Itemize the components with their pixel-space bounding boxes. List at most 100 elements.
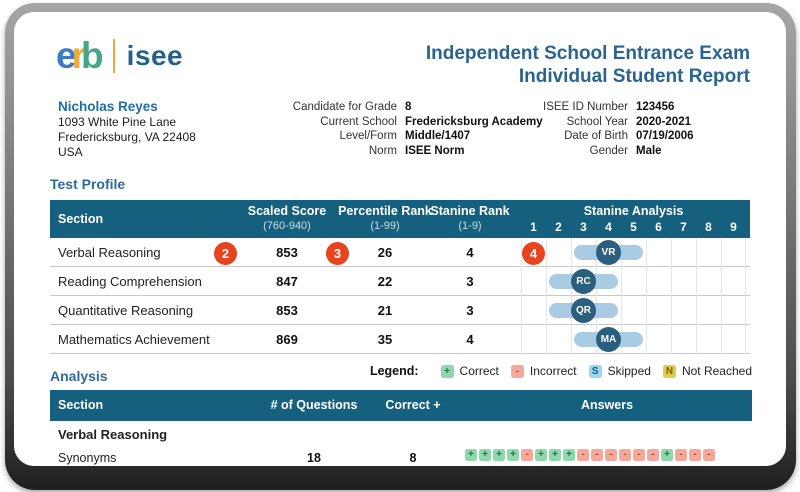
column-header-correct: Correct +	[343, 390, 483, 421]
test-profile-table: Section Scaled Score (760-940) Percentil…	[50, 200, 750, 354]
percentile-rank-value: 35	[355, 325, 415, 354]
answer-icon: +	[549, 449, 561, 461]
stanine-marker-ma: MA	[596, 327, 621, 352]
stanine-marker-vr: VR	[596, 240, 621, 265]
erb-logo-mark: erb	[56, 36, 99, 76]
legend-item-incorrect: - Incorrect	[511, 364, 577, 378]
stanine-grid-cell	[671, 296, 696, 325]
info-label: Gender	[514, 144, 628, 159]
answer-icon: +	[535, 449, 547, 461]
percentile-rank-value: 22	[355, 267, 415, 296]
report-title-line2: Individual Student Report	[426, 65, 750, 88]
candidate-info-block: Candidate for Grade8 Current SchoolFrede…	[254, 100, 543, 158]
analysis-group-title: Verbal Reasoning	[58, 427, 167, 442]
stanine-grid-cell	[646, 267, 671, 296]
stanine-grid-cell	[621, 267, 646, 296]
not-reached-icon: N	[663, 365, 676, 378]
table-row: Verbal Reasoning 853 26 4 VR	[50, 238, 750, 267]
isee-wordmark: isee	[127, 40, 184, 72]
column-header-stanine-analysis: Stanine Analysis	[521, 204, 746, 219]
stanine-grid-cell	[646, 296, 671, 325]
correct-count: 8	[343, 451, 483, 465]
stanine-grid-cell	[671, 325, 696, 354]
stanine-grid-cell	[696, 325, 721, 354]
answer-icon: -	[577, 449, 589, 461]
answer-icon: +	[493, 449, 505, 461]
stanine-rank-value: 4	[440, 325, 500, 354]
stanine-scale-7: 7	[671, 220, 696, 234]
stanine-marker-rc: RC	[571, 269, 596, 294]
student-address-line3: USA	[58, 145, 196, 160]
student-address-line1: 1093 White Pine Lane	[58, 115, 196, 130]
legend-item-skipped: S Skipped	[589, 364, 651, 378]
answer-icon: -	[703, 449, 715, 461]
stanine-rank-value: 4	[440, 238, 500, 267]
stanine-scale-9: 9	[721, 220, 746, 234]
answer-icon: -	[591, 449, 603, 461]
skipped-icon: S	[589, 365, 602, 378]
student-address-block: Nicholas Reyes 1093 White Pine Lane Fred…	[58, 99, 196, 160]
info-label: Norm	[254, 144, 397, 159]
scaled-score-value: 853	[257, 296, 317, 325]
subsection-name: Synonyms	[58, 451, 116, 465]
answer-icon: +	[661, 449, 673, 461]
student-address-line2: Fredericksburg, VA 22408	[58, 130, 196, 145]
stanine-rank-value: 3	[440, 267, 500, 296]
stanine-scale-6: 6	[646, 220, 671, 234]
answers-legend: Legend: + Correct - Incorrect S Skipped …	[370, 364, 752, 378]
stanine-grid-cell	[721, 238, 746, 267]
stanine-grid-cell	[721, 325, 746, 354]
stanine-scale-4: 4	[596, 220, 621, 234]
info-label: School Year	[514, 115, 628, 130]
test-profile-table-header: Section Scaled Score (760-940) Percentil…	[50, 200, 750, 238]
stanine-scale-1: 1	[521, 220, 546, 234]
info-label: Date of Birth	[514, 129, 628, 144]
answer-icon: -	[521, 449, 533, 461]
column-subheader-stanine-range: (1-9)	[400, 220, 540, 234]
stanine-grid-cell	[521, 325, 546, 354]
percentile-rank-value: 21	[355, 296, 415, 325]
info-label: Current School	[254, 115, 397, 130]
section-name: Verbal Reasoning	[58, 238, 161, 267]
info-label: ISEE ID Number	[514, 100, 628, 115]
legend-item-correct: + Correct	[441, 364, 499, 378]
stanine-grid-cell	[696, 267, 721, 296]
erb-isee-logo: erb isee	[56, 36, 183, 76]
section-name: Reading Comprehension	[58, 267, 202, 296]
answer-icon: -	[647, 449, 659, 461]
exam-info-block: ISEE ID Number123456 School Year2020-202…	[514, 100, 694, 158]
legend-item-not-reached: N Not Reached	[663, 364, 752, 378]
annotation-marker-2: 2	[214, 242, 237, 265]
stanine-scale-8: 8	[696, 220, 721, 234]
legend-label: Legend:	[370, 364, 419, 378]
column-header-answers: Answers	[537, 390, 677, 421]
annotation-marker-3: 3	[326, 242, 349, 265]
correct-icon: +	[441, 365, 454, 378]
table-row: Quantitative Reasoning 853 21 3 QR	[50, 296, 750, 325]
stanine-grid-cell	[546, 325, 571, 354]
stanine-grid-cell	[721, 296, 746, 325]
table-row: Reading Comprehension 847 22 3 RC	[50, 267, 750, 296]
answer-icon: +	[479, 449, 491, 461]
answer-icon: -	[675, 449, 687, 461]
stanine-scale-2: 2	[546, 220, 571, 234]
section-name: Quantitative Reasoning	[58, 296, 193, 325]
answer-icon: -	[605, 449, 617, 461]
stanine-grid-cell	[646, 238, 671, 267]
table-row: Mathematics Achievement 869 35 4 MA	[50, 325, 750, 354]
percentile-rank-value: 26	[355, 238, 415, 267]
info-value: 123456	[636, 100, 694, 115]
stanine-grid-cell	[546, 238, 571, 267]
incorrect-icon: -	[511, 365, 524, 378]
stanine-scale-5: 5	[621, 220, 646, 234]
stanine-grid-cell	[671, 238, 696, 267]
report-title: Independent School Entrance Exam Individ…	[426, 42, 750, 88]
info-label: Level/Form	[254, 129, 397, 144]
stanine-grid-cell	[696, 238, 721, 267]
stanine-grid-cell	[521, 267, 546, 296]
stanine-grid-cell	[521, 296, 546, 325]
answer-icon: -	[619, 449, 631, 461]
analysis-table: Section # of Questions Correct + Answers…	[50, 390, 752, 466]
scaled-score-value: 847	[257, 267, 317, 296]
report-title-line1: Independent School Entrance Exam	[426, 42, 750, 65]
